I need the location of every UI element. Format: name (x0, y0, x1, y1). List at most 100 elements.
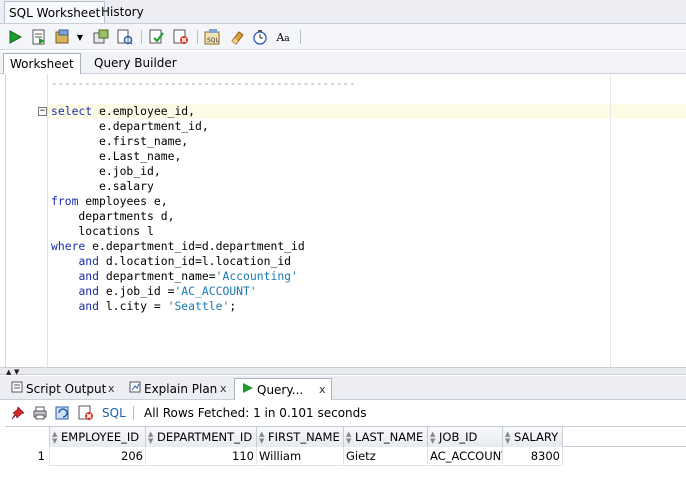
tab-explain-plan[interactable]: Explain Plan x (122, 378, 232, 400)
commit-icon[interactable] (54, 28, 72, 46)
close-icon[interactable]: x (108, 378, 115, 400)
table-cell[interactable]: 110 (146, 447, 257, 466)
format-icon[interactable]: Aa (274, 28, 292, 46)
code-line[interactable]: and e.job_id ='AC_ACCOUNT' (51, 284, 256, 299)
sql-keyword: and (78, 299, 100, 313)
sql-text: d.location_id=l.location_id (99, 254, 292, 268)
sql-string: 'Seattle' (167, 299, 230, 313)
grid-header: ▲ ▼ EMPLOYEE_ID ▲ ▼ DEPARTMENT_ID ▲ ▼ FIRST_NA… (5, 426, 686, 447)
panel-splitter[interactable]: ▲ ▼ (0, 367, 686, 376)
column-header-label: EMPLOYEE_ID (61, 430, 140, 444)
column-header[interactable]: ▲ ▼ SALARY (503, 427, 563, 447)
code-line[interactable]: departments d, (51, 209, 174, 224)
sql-keyword: and (78, 254, 100, 268)
sql-text: e.department_id=d.department_id (85, 239, 305, 253)
code-line[interactable]: e.Last_name, (51, 149, 181, 164)
print-icon[interactable] (32, 405, 48, 421)
table-cell[interactable]: Gietz (344, 447, 428, 466)
column-header[interactable]: ▲ ▼ EMPLOYEE_ID (50, 427, 146, 447)
sort-icon: ▲ ▼ (52, 429, 58, 445)
code-line[interactable]: e.first_name, (51, 134, 188, 149)
sql-text: l.city = (99, 299, 168, 313)
collapse-up-icon[interactable]: ▲ (6, 368, 11, 376)
refresh-icon[interactable] (55, 405, 71, 421)
sql-developer-window: SQL Worksheet History ▼ SQL Aa Worksheet… (0, 0, 686, 489)
sql-text: e.Last_name, (51, 149, 182, 163)
code-line[interactable]: and l.city = 'Seattle'; (51, 299, 236, 314)
code-line[interactable]: e.department_id, (51, 119, 209, 134)
tab-label: Explain Plan (144, 382, 218, 396)
sql-editor[interactable]: ----------------------------------------… (5, 74, 686, 367)
sort-icon: ▲ ▼ (430, 429, 436, 445)
history-icon[interactable] (251, 28, 269, 46)
tab-history[interactable]: History (97, 1, 148, 23)
sql-text: e.job_id, (51, 164, 161, 178)
table-cell[interactable]: William (257, 447, 344, 466)
close-icon[interactable]: x (220, 378, 227, 400)
editor-mode-tabs: Worksheet Query Builder (0, 52, 686, 74)
sql-text: ; (229, 299, 237, 313)
table-row[interactable]: 1 206 110 William Gietz AC_ACCOUNT 8300 (5, 447, 686, 466)
sql-text: e.job_id = (99, 284, 175, 298)
column-header-label: LAST_NAME (355, 430, 424, 444)
code-line[interactable]: locations l (51, 224, 154, 239)
explain-plan-icon[interactable] (148, 28, 166, 46)
column-header[interactable]: ▲ ▼ FIRST_NAME (257, 427, 344, 447)
column-header-label: JOB_ID (439, 430, 478, 444)
autotrace-icon[interactable] (116, 28, 134, 46)
tab-label: Script Output (26, 382, 107, 396)
table-cell[interactable]: 206 (50, 447, 146, 466)
fold-collapse-icon[interactable]: − (38, 107, 47, 116)
code-line[interactable]: and department_name='Accounting' (51, 269, 298, 284)
sql-string: 'Accounting' (215, 269, 298, 283)
column-header-label: DEPARTMENT_ID (157, 430, 253, 444)
table-cell[interactable]: 8300 (503, 447, 563, 466)
sql-text: locations l (51, 224, 154, 238)
sql-tuning-icon[interactable] (172, 28, 190, 46)
column-header[interactable]: ▲ ▼ LAST_NAME (344, 427, 428, 447)
sql-keyword: select (51, 104, 93, 118)
tab-label: Query Builder (94, 56, 177, 70)
code-line[interactable]: e.job_id, (51, 164, 161, 179)
sql-link[interactable]: SQL (102, 405, 126, 421)
cancel-fetch-icon[interactable] (78, 405, 94, 421)
run-script-icon[interactable] (30, 28, 48, 46)
sql-text: departments d, (51, 209, 175, 223)
sql-keyword: and (78, 269, 100, 283)
tab-sql-worksheet[interactable]: SQL Worksheet (4, 1, 106, 23)
sort-icon: ▲ ▼ (259, 429, 265, 445)
dropdown-icon[interactable]: ▼ (74, 28, 86, 46)
code-line[interactable]: select e.employee_id, (51, 104, 195, 119)
sql-keyword: and (78, 284, 100, 298)
worksheet-tabs: SQL Worksheet History (0, 0, 686, 24)
code-line[interactable]: from employees e, (51, 194, 168, 209)
rollback-icon[interactable] (92, 28, 110, 46)
explain-plan-icon (128, 378, 142, 400)
code-line[interactable]: e.salary (51, 179, 154, 194)
toolbar-separator (141, 30, 142, 44)
sql-text: e.salary (51, 179, 154, 193)
tab-worksheet[interactable]: Worksheet (3, 53, 81, 74)
column-header[interactable]: ▲ ▼ JOB_ID (428, 427, 503, 447)
sql-text: e.employee_id, (92, 104, 196, 118)
eraser-icon[interactable] (228, 28, 246, 46)
pin-icon[interactable] (10, 405, 26, 421)
code-line[interactable]: and d.location_id=l.location_id (51, 254, 291, 269)
tab-label: SQL Worksheet (9, 6, 101, 20)
table-cell[interactable]: AC_ACCOUNT (428, 447, 503, 466)
column-header-label: SALARY (514, 430, 559, 444)
sql-icon[interactable]: SQL (204, 28, 222, 46)
results-grid: ▲ ▼ EMPLOYEE_ID ▲ ▼ DEPARTMENT_ID ▲ ▼ FIRST_NA… (5, 426, 686, 489)
run-statement-icon[interactable] (6, 28, 24, 46)
column-header[interactable]: ▲ ▼ DEPARTMENT_ID (146, 427, 257, 447)
tab-script-output[interactable]: Script Output x (4, 378, 119, 400)
code-line[interactable]: where e.department_id=d.department_id (51, 239, 305, 254)
script-output-icon (10, 378, 24, 400)
tab-query-builder[interactable]: Query Builder (88, 53, 183, 74)
close-icon[interactable]: x (319, 379, 326, 401)
sort-icon: ▲ ▼ (505, 429, 511, 445)
tab-query-result[interactable]: Query... x (234, 378, 332, 400)
collapse-down-icon[interactable]: ▼ (14, 368, 19, 376)
